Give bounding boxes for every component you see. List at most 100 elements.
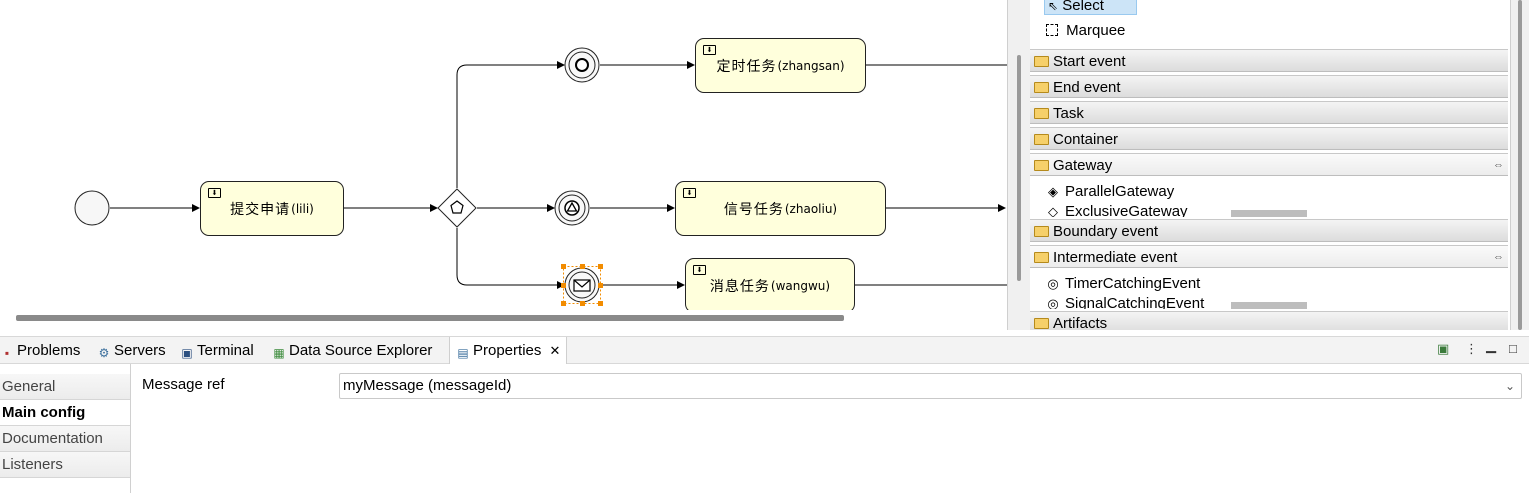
tool-label: Marquee	[1066, 22, 1126, 39]
folder-icon	[1034, 226, 1049, 237]
props-tab-documentation[interactable]: Documentation	[0, 426, 131, 452]
canvas-horizontal-scrollbar[interactable]	[0, 310, 1015, 328]
diagram-canvas[interactable]: ⬇ 提交申请 (lili) ⬇ 定时任务 (zhangsan) ⬇ 信号任务 (…	[0, 0, 1007, 310]
task-signal[interactable]: ⬇ 信号任务 (zhaoliu)	[675, 181, 886, 236]
folder-icon	[1034, 108, 1049, 119]
palette-marquee-tool[interactable]: Marquee	[1046, 21, 1125, 41]
props-tab-listeners[interactable]: Listeners	[0, 452, 131, 478]
drawer-scroll-indicator[interactable]	[1231, 210, 1307, 217]
palette-item-exclusive-gateway[interactable]: ◇ ExclusiveGateway	[1046, 203, 1188, 217]
props-tab-general[interactable]: General	[0, 374, 131, 400]
task-timer[interactable]: ⬇ 定时任务 (zhangsan)	[695, 38, 866, 93]
tab-label: Terminal	[197, 342, 254, 359]
data-source-icon: ▦	[273, 346, 285, 360]
drawer-boundary-event[interactable]: Boundary event	[1030, 219, 1508, 242]
problems-icon: ▪	[4, 346, 10, 360]
user-task-icon: ⬇	[208, 188, 221, 198]
pin-icon[interactable]: ⇔	[1493, 246, 1504, 269]
task-name: 消息任务	[709, 278, 770, 295]
drawer-label: Container	[1053, 131, 1119, 148]
tab-label: Problems	[17, 342, 81, 359]
task-name: 定时任务	[716, 58, 777, 75]
drawer-gateway[interactable]: Gateway ⇔	[1030, 153, 1508, 176]
message-ref-select[interactable]: myMessage (messageId) ⌄	[339, 373, 1522, 399]
scrollbar-thumb[interactable]	[1518, 0, 1522, 330]
drawer-label: Task	[1053, 105, 1084, 122]
tab-label: Properties	[473, 342, 542, 359]
task-name: 提交申请	[230, 201, 291, 218]
item-label: ParallelGateway	[1065, 183, 1175, 200]
start-event[interactable]	[74, 190, 110, 226]
message-catching-event[interactable]	[563, 266, 601, 304]
tab-label: Data Source Explorer	[289, 342, 433, 359]
message-ref-label: Message ref	[142, 376, 225, 393]
props-tab-main-config[interactable]: Main config	[0, 400, 131, 426]
drawer-artifacts[interactable]: Artifacts	[1030, 311, 1508, 330]
cursor-arrow-icon: ⇖	[1048, 0, 1059, 13]
parallel-gateway-icon: ◈	[1048, 184, 1058, 199]
canvas-vertical-scrollbar[interactable]	[1007, 0, 1031, 330]
tab-properties[interactable]: ▤ Properties ✕	[449, 337, 568, 364]
palette-item-timer-catching-event[interactable]: ◎ TimerCatchingEvent	[1046, 272, 1200, 296]
maximize-icon[interactable]: □	[1509, 341, 1517, 356]
task-assignee: (wangwu)	[770, 278, 831, 293]
item-label: ExclusiveGateway	[1065, 203, 1188, 217]
flow-gateway-to-message[interactable]	[456, 228, 565, 289]
close-icon[interactable]: ✕	[550, 343, 561, 358]
drawer-label: End event	[1053, 79, 1121, 96]
drawer-task[interactable]: Task	[1030, 101, 1508, 124]
palette-scrollbar[interactable]	[1510, 0, 1529, 330]
drawer-intermediate-event[interactable]: Intermediate event ⇔	[1030, 245, 1508, 268]
view-tab-bar: ▪ Problems ⚙ Servers ▣ Terminal ▦ Data Sourc…	[0, 336, 1529, 364]
open-folder-icon	[1034, 252, 1049, 263]
servers-icon: ⚙	[98, 346, 110, 360]
task-assignee: (zhaoliu)	[784, 201, 838, 216]
tab-servers[interactable]: ⚙ Servers	[97, 337, 166, 364]
user-task-icon: ⬇	[703, 45, 716, 55]
palette-item-parallel-gateway[interactable]: ◈ ParallelGateway	[1046, 180, 1174, 204]
drawer-label: Artifacts	[1053, 315, 1108, 330]
properties-icon: ▤	[457, 346, 469, 360]
tool-label: Select	[1062, 0, 1104, 14]
chevron-down-icon[interactable]: ⌄	[1505, 374, 1515, 398]
tab-label: General	[2, 378, 56, 395]
palette: ⇖ Select Marquee Start event End event T…	[1030, 0, 1510, 330]
drawer-scroll-indicator[interactable]	[1231, 302, 1307, 309]
tab-problems[interactable]: ▪ Problems	[0, 337, 81, 364]
signal-catching-event[interactable]	[554, 190, 590, 226]
drawer-label: Intermediate event	[1053, 249, 1178, 266]
pin-view-icon[interactable]: ▣	[1437, 341, 1449, 357]
folder-icon	[1034, 82, 1049, 93]
drawer-label: Gateway	[1053, 157, 1113, 174]
task-message[interactable]: ⬇ 消息任务 (wangwu)	[685, 258, 855, 310]
minimize-icon[interactable]: ▁	[1486, 338, 1496, 354]
drawer-label: Start event	[1053, 53, 1126, 70]
folder-icon	[1034, 134, 1049, 145]
exclusive-gateway-icon: ◇	[1048, 204, 1058, 217]
drawer-end-event[interactable]: End event	[1030, 75, 1508, 98]
task-name: 信号任务	[723, 201, 784, 218]
scrollbar-thumb[interactable]	[1017, 55, 1021, 281]
tab-data-source-explorer[interactable]: ▦ Data Source Explorer	[272, 337, 432, 364]
props-tab-divider	[130, 364, 131, 493]
task-submit-request[interactable]: ⬇ 提交申请 (lili)	[200, 181, 344, 236]
view-menu-icon[interactable]: ⋮	[1465, 341, 1478, 357]
folder-icon	[1034, 318, 1049, 329]
timer-catching-event[interactable]	[564, 47, 600, 83]
scrollbar-thumb[interactable]	[16, 315, 844, 321]
open-folder-icon	[1034, 160, 1049, 171]
select-value: myMessage (messageId)	[343, 377, 512, 394]
pin-icon[interactable]: ⇔	[1493, 154, 1504, 177]
palette-item-signal-catching-event[interactable]: ◎ SignalCatchingEvent	[1046, 295, 1204, 309]
palette-select-tool[interactable]: ⇖ Select	[1044, 0, 1137, 15]
folder-icon	[1034, 56, 1049, 67]
drawer-start-event[interactable]: Start event	[1030, 49, 1508, 72]
exclusive-gateway[interactable]	[437, 188, 477, 228]
item-label: SignalCatchingEvent	[1065, 295, 1205, 309]
tab-label: Main config	[2, 404, 86, 421]
flow-gateway-to-timer[interactable]	[456, 61, 565, 188]
tab-label: Listeners	[2, 456, 63, 473]
task-assignee: (zhangsan)	[777, 58, 845, 73]
tab-terminal[interactable]: ▣ Terminal	[180, 337, 254, 364]
drawer-container[interactable]: Container	[1030, 127, 1508, 150]
